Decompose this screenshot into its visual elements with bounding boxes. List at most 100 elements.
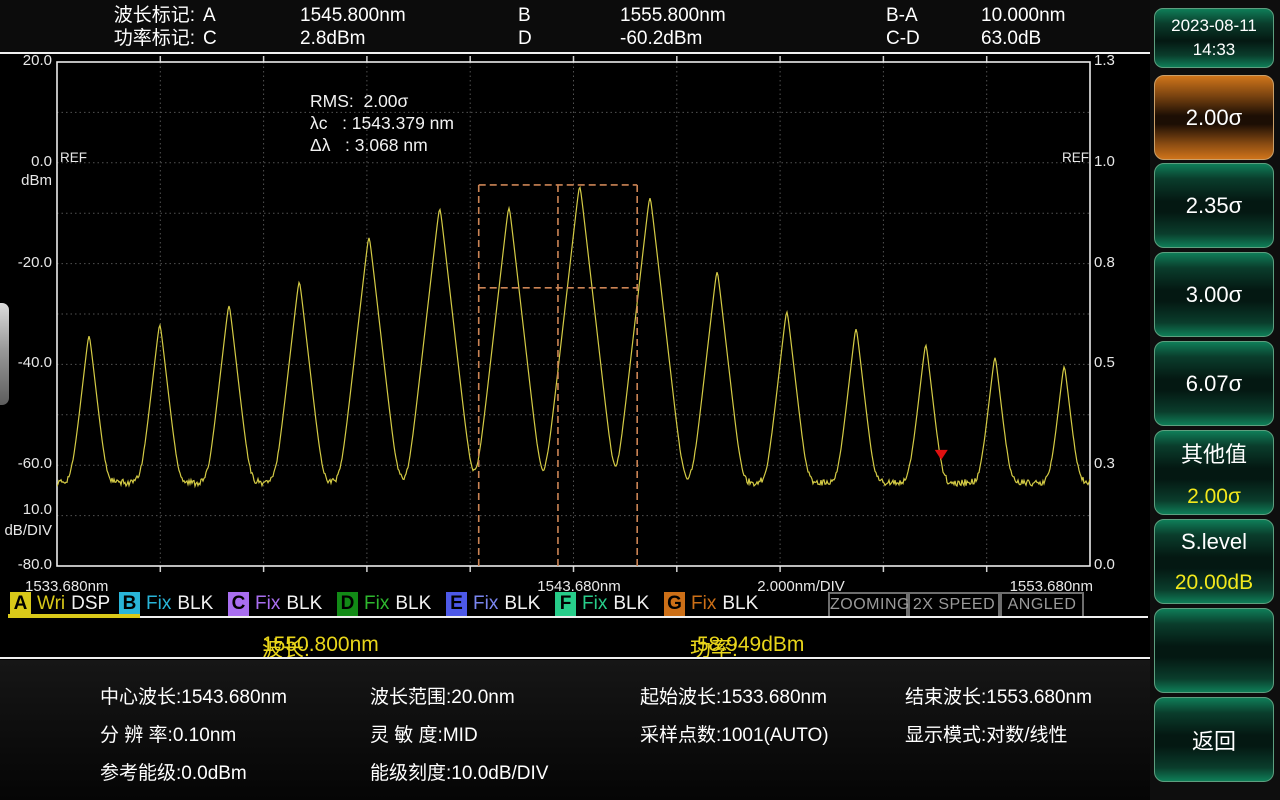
power-marker-row: 功率标记: C 2.8dBm D -60.2dBm C-D 63.0dB [0,27,1150,51]
softkey-其他值[interactable]: 其他值 2.00σ [1154,430,1274,515]
header-separator-line [0,52,1150,54]
setting-cell: 灵 敏 度:MID [370,720,478,747]
trace-kind-label: DSP [71,593,110,615]
rms-value: RMS: 2.00σ [310,91,408,111]
trace-slot-f[interactable]: F Fix BLK [555,591,649,617]
trace-slot-c[interactable]: C Fix BLK [228,591,322,617]
marker-readout-bar: 波长标记: A 1545.800nm B 1555.800nm B-A 10.0… [0,0,1150,53]
date-text: 2023-08-11 [1171,14,1257,38]
y-right-label: 1.3 [1094,52,1115,69]
marker-ba-key: B-A [886,4,918,28]
trace-kind-label: BLK [177,593,213,615]
y-left-label: 20.0 [0,52,52,69]
softkey-label: 其他值 [1181,437,1247,469]
marker-a-key: A [203,4,216,28]
softkey-s.level[interactable]: S.level 20.00dB [1154,519,1274,604]
time-text: 14:33 [1193,38,1236,62]
ref-label-left: REF [60,150,87,165]
setting-cell: 结束波长:1553.680nm [905,682,1092,709]
wavelength-marker-row: 波长标记: A 1545.800nm B 1555.800nm B-A 10.0… [0,4,1150,28]
softkey-value: 2.00σ [1187,485,1241,509]
trace-mode-label: Wri [37,593,65,615]
setting-cell: 显示模式:对数/线性 [905,720,1068,747]
status-button-angled[interactable]: ANGLED [1000,592,1084,618]
trace-letter-badge: F [555,592,576,616]
active-trace-underline [8,614,140,618]
softkey-label: 2.35σ [1186,193,1242,219]
trace-slot-g[interactable]: G Fix BLK [664,591,758,617]
trace-letter-badge: E [446,592,467,616]
y-right-label: 0.8 [1094,254,1115,271]
marker-cd-key: C-D [886,27,920,51]
trace-letter-badge: D [337,592,358,616]
trace-letter-badge: G [664,592,685,616]
trace-mode-label: Fix [582,593,607,615]
marker-b-value: 1555.800nm [620,4,726,28]
trace-mode-label: Fix [255,593,280,615]
trace-letter-badge: B [119,592,140,616]
trace-slot-e[interactable]: E Fix BLK [446,591,540,617]
cursor-marker-icon [935,450,948,460]
setting-cell: 能级刻度:10.0dB/DIV [370,758,548,785]
y-left-unit-label: dB/DIV [0,522,52,539]
marker-c-key: C [203,27,217,51]
trace-kind-label: BLK [722,593,758,615]
softkey-6.07σ[interactable]: 6.07σ [1154,341,1274,426]
measurement-region-overlay [479,185,637,566]
softkey-label: 3.00σ [1186,282,1242,308]
trace-slot-d[interactable]: DFixBLK [337,591,431,617]
setting-cell: 中心波长:1543.680nm [100,682,287,709]
readout-separator-line [0,657,1150,659]
trace-mode-label: Fix [691,593,716,615]
trace-mode-label: Fix [146,593,171,615]
setting-cell: 采样点数:1001(AUTO) [640,720,829,747]
settings-panel: 中心波长:1543.680nm波长范围:20.0nm起始波长:1533.680n… [0,660,1150,800]
y-left-unit-label: dBm [0,172,52,189]
softkey-label: S.level [1181,529,1247,555]
trace-mode-label: Fix [473,593,498,615]
center-wavelength-value: λc : 1543.379 nm [310,113,454,133]
status-button-2x-speed[interactable]: 2X SPEED [908,592,1000,618]
status-button-zooming[interactable]: ZOOMING [828,592,908,618]
y-right-label: 0.0 [1094,556,1115,573]
softkey-sidebar: 2023-08-11 14:33 2.00σ 2.35σ 3.00σ 6.07σ 其他值… [1150,0,1280,800]
y-right-label: 0.3 [1094,455,1115,472]
cursor-wavelength-value: 1550.800nm [262,633,379,657]
y-right-label: 0.5 [1094,354,1115,371]
softkey-value: 20.00dB [1175,571,1253,595]
y-left-unit-label: 10.0 [0,501,52,518]
y-left-label: -60.0 [0,455,52,472]
softkey-2.35σ[interactable]: 2.35σ [1154,163,1274,248]
setting-cell: 参考能级:0.0dBm [100,758,247,785]
softkey-label: 6.07σ [1186,371,1242,397]
y-left-label: 0.0 [0,153,52,170]
drawer-handle[interactable] [0,303,9,405]
trace-kind-label: BLK [613,593,649,615]
trace-kind-label: BLK [504,593,540,615]
datetime-button[interactable]: 2023-08-11 14:33 [1154,8,1274,68]
y-left-label: -20.0 [0,254,52,271]
marker-a-value: 1545.800nm [300,4,406,28]
softkey-3.00σ[interactable]: 3.00σ [1154,252,1274,337]
trace-letter-badge: C [228,592,249,616]
marker-d-value: -60.2dBm [620,27,702,51]
marker-c-value: 2.8dBm [300,27,365,51]
setting-cell: 分 辨 率:0.10nm [100,720,236,747]
softkey-blank[interactable] [1154,608,1274,693]
cursor-power-value: -58.949dBm [690,633,804,657]
marker-cd-value: 63.0dB [981,27,1041,51]
trace-separator-line [140,616,1148,618]
trace-letter-badge: A [10,592,31,616]
y-right-label: 1.0 [1094,153,1115,170]
trace-indicator-row: AWriDSPBFixBLKCFixBLKDFixBLKEFixBLKFFixB… [0,591,1150,617]
softkey-2.00σ[interactable]: 2.00σ [1154,75,1274,160]
wavelength-marker-label: 波长标记: [55,4,195,28]
marker-d-key: D [518,27,532,51]
spectrum-chart: RMS: 2.00σλc : 1543.379 nmΔλ : 3.068 nm … [0,55,1150,600]
trace-kind-label: BLK [286,593,322,615]
delta-wavelength-value: Δλ : 3.068 nm [310,135,428,155]
softkey-label: 返回 [1192,724,1236,756]
softkey-返回[interactable]: 返回 [1154,697,1274,782]
trace-kind-label: BLK [395,593,431,615]
y-left-label: -80.0 [0,556,52,573]
